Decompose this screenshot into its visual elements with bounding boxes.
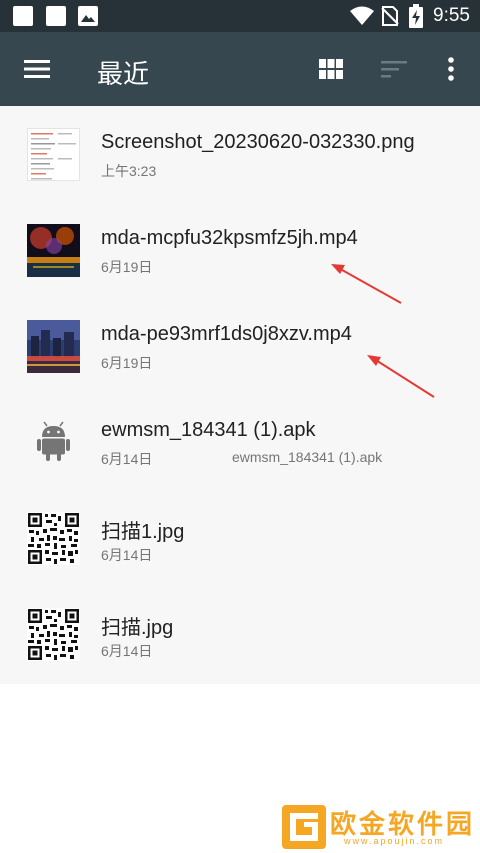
annotation-arrow <box>367 355 435 398</box>
watermark-url: www.apoujin.com <box>344 836 445 846</box>
watermark: 欧金软件园 www.apoujin.com <box>282 803 478 851</box>
annotation-arrow <box>331 264 402 304</box>
annotation-arrows <box>331 264 435 398</box>
logo-icon <box>282 805 326 849</box>
